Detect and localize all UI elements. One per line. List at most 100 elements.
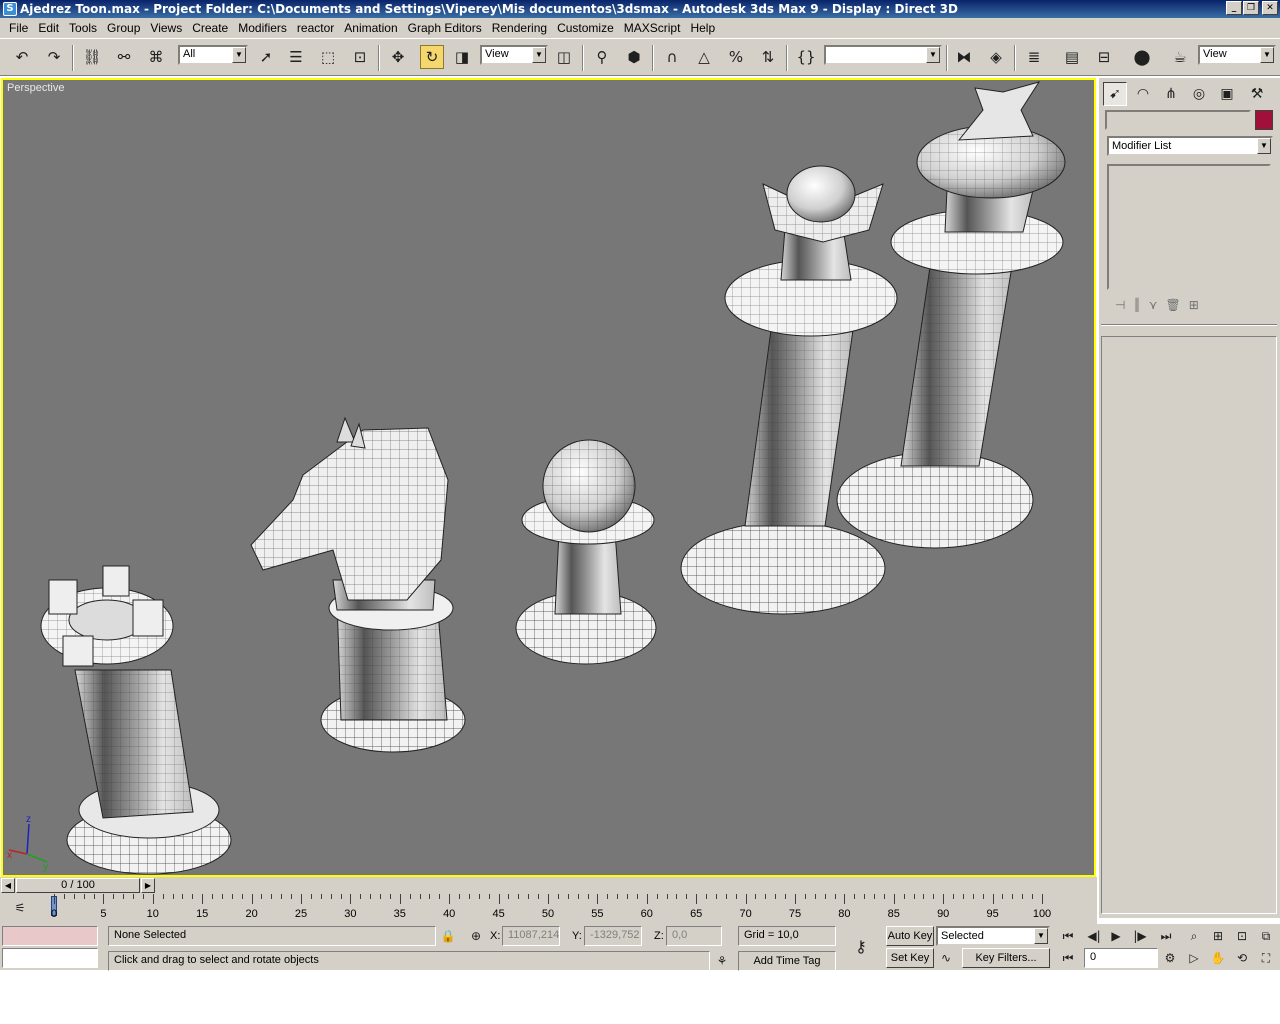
snaps-toggle-icon[interactable]: ∩ [660, 45, 684, 69]
motion-tab-icon[interactable]: ◎ [1187, 82, 1211, 106]
object-color-swatch[interactable] [1255, 110, 1273, 130]
time-slider-thumb[interactable]: 0 / 100 [16, 878, 140, 893]
maxscript-input-mini[interactable] [2, 948, 98, 968]
close-button[interactable]: ✕ [1262, 1, 1278, 15]
menu-file[interactable]: File [4, 21, 33, 35]
select-object-icon[interactable]: ➚ [254, 45, 278, 69]
menu-edit[interactable]: Edit [33, 21, 64, 35]
zoom-icon[interactable]: ⌕ [1184, 926, 1204, 946]
rectangular-selection-icon[interactable]: ⬚ [316, 45, 340, 69]
menu-rendering[interactable]: Rendering [487, 21, 552, 35]
maxscript-listener-mini[interactable] [2, 926, 98, 946]
menu-customize[interactable]: Customize [552, 21, 619, 35]
angle-snap-icon[interactable]: △ [692, 45, 716, 69]
select-and-move-icon[interactable]: ✥ [386, 45, 410, 69]
set-key-button[interactable]: Set Key [886, 948, 934, 968]
pin-stack-icon[interactable]: ⊣ [1115, 298, 1125, 312]
remove-modifier-icon[interactable]: 🗑 [1165, 298, 1180, 312]
modify-tab-icon[interactable]: ◠ [1131, 82, 1155, 106]
material-editor-icon[interactable]: ⬤ [1130, 45, 1154, 69]
app-icon[interactable]: S [3, 2, 17, 16]
select-and-link-icon[interactable]: ⛓ [80, 45, 104, 69]
schematic-view-icon[interactable]: ⊟ [1092, 45, 1116, 69]
manipulate-icon[interactable]: ⚲ [590, 45, 614, 69]
knight-piece[interactable] [250, 416, 466, 753]
percent-snap-icon[interactable]: % [724, 45, 748, 69]
rook-piece[interactable] [40, 565, 232, 875]
menu-views[interactable]: Views [145, 21, 187, 35]
named-selection-dropdown[interactable]: ▼ [824, 45, 942, 65]
modifier-list-dropdown[interactable]: Modifier List ▼ [1107, 136, 1273, 156]
play-icon[interactable]: ▶ [1106, 926, 1126, 946]
key-mode-dropdown[interactable]: Selected ▼ [936, 926, 1050, 946]
layer-manager-icon[interactable]: ≣ [1022, 45, 1046, 69]
add-time-tag-button[interactable]: Add Time Tag [738, 951, 836, 971]
menu-animation[interactable]: Animation [339, 21, 402, 35]
minimize-button[interactable]: _ [1226, 1, 1242, 15]
utilities-tab-icon[interactable]: ⚒ [1245, 82, 1269, 106]
select-and-scale-icon[interactable]: ◨ [450, 45, 474, 69]
menu-group[interactable]: Group [102, 21, 145, 35]
perspective-viewport[interactable]: z x y Perspective [1, 78, 1096, 877]
current-frame-field[interactable]: 0 [1084, 948, 1158, 968]
menu-tools[interactable]: Tools [64, 21, 102, 35]
menu-maxscript[interactable]: MAXScript [619, 21, 686, 35]
zoom-extents-all-icon[interactable]: ⧉ [1256, 926, 1276, 946]
create-tab-icon[interactable]: ➹ [1103, 82, 1127, 106]
viewport-label[interactable]: Perspective [7, 82, 64, 94]
hierarchy-tab-icon[interactable]: ⋔ [1159, 82, 1183, 106]
mirror-icon[interactable]: ⧓ [952, 45, 976, 69]
zoom-extents-icon[interactable]: ⊡ [1232, 926, 1252, 946]
window-crossing-icon[interactable]: ⊡ [348, 45, 372, 69]
bind-to-space-warp-icon[interactable]: ⌘ [144, 45, 168, 69]
pan-icon[interactable]: ✋ [1208, 948, 1228, 968]
lock-icon[interactable]: 🔒 [438, 926, 458, 946]
next-frame-icon[interactable]: ▶ [141, 878, 155, 893]
menu-reactor[interactable]: reactor [292, 21, 339, 35]
track-bar[interactable]: ⚟ 0 5 10 15 20 25 30 35 40 45 50 55 60 65 70 75 80 85 90 95… [0, 894, 1097, 924]
key-mode-toggle-icon[interactable]: ⏮ [1058, 948, 1078, 968]
configure-modifier-sets-icon[interactable]: ⊞ [1189, 298, 1199, 312]
previous-frame-icon[interactable]: ◀ [1, 878, 15, 893]
render-type-dropdown[interactable]: View ▼ [1198, 45, 1276, 65]
select-and-rotate-icon[interactable]: ↻ [420, 45, 444, 69]
absolute-transform-icon[interactable]: ⊕ [466, 926, 486, 946]
time-configuration-icon[interactable]: ⚙ [1160, 948, 1180, 968]
spinner-snap-icon[interactable]: ⇅ [756, 45, 780, 69]
modifier-stack-list[interactable] [1107, 164, 1271, 290]
object-name-field[interactable] [1105, 110, 1251, 130]
y-coordinate-field[interactable]: -1329,752 [584, 926, 642, 946]
maximize-viewport-icon[interactable]: ⛶ [1256, 948, 1276, 968]
undo-icon[interactable]: ↶ [10, 45, 34, 69]
unlink-icon[interactable]: ⚯ [112, 45, 136, 69]
zoom-all-icon[interactable]: ⊞ [1208, 926, 1228, 946]
auto-key-button[interactable]: Auto Key [886, 926, 934, 946]
keyboard-shortcut-override-icon[interactable]: ⬢ [622, 45, 646, 69]
x-coordinate-field[interactable]: 11087,214 [502, 926, 560, 946]
selection-filter-dropdown[interactable]: All ▼ [178, 45, 248, 65]
redo-icon[interactable]: ↷ [42, 45, 66, 69]
go-to-start-icon[interactable]: ⏮ [1058, 926, 1078, 946]
key-filters-button[interactable]: Key Filters... [962, 948, 1050, 968]
arc-rotate-icon[interactable]: ⟲ [1232, 948, 1252, 968]
curve-editor-icon[interactable]: ▤ [1060, 45, 1084, 69]
pivot-center-icon[interactable]: ◫ [552, 45, 576, 69]
align-icon[interactable]: ◈ [984, 45, 1008, 69]
menu-graph-editors[interactable]: Graph Editors [403, 21, 487, 35]
menu-help[interactable]: Help [685, 21, 720, 35]
menu-modifiers[interactable]: Modifiers [233, 21, 292, 35]
menu-create[interactable]: Create [187, 21, 233, 35]
field-of-view-icon[interactable]: ▷ [1184, 948, 1204, 968]
z-coordinate-field[interactable]: 0,0 [666, 926, 722, 946]
show-end-result-icon[interactable]: ║ [1133, 298, 1140, 312]
make-unique-icon[interactable]: ⋎ [1149, 298, 1158, 312]
go-to-end-icon[interactable]: ⏭ [1156, 926, 1176, 946]
default-tangent-icon[interactable]: ∿ [936, 948, 956, 968]
time-slider[interactable]: ◀ 0 / 100 ▶ [0, 877, 1097, 894]
reference-coordinate-dropdown[interactable]: View ▼ [480, 45, 548, 65]
edit-named-selection-icon[interactable]: {} [794, 45, 818, 69]
pawn-piece[interactable] [515, 439, 657, 665]
next-key-icon[interactable]: |▶ [1130, 926, 1150, 946]
previous-key-icon[interactable]: ◀| [1084, 926, 1104, 946]
select-by-name-icon[interactable]: ☰ [284, 45, 308, 69]
